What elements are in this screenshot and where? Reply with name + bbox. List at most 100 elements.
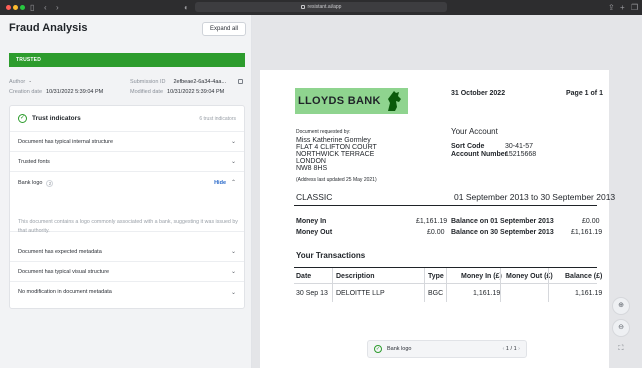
money-out-value: £0.00 [427, 229, 445, 236]
chevron-down-icon: ⌄ [230, 159, 236, 165]
indicator-label: Document has typical visual structure [18, 268, 110, 275]
sidebar-icon[interactable]: ▯ [30, 2, 34, 13]
chevron-down-icon: ⌄ [230, 289, 236, 296]
pager-count: 1 / 1 [505, 346, 517, 352]
trust-indicators-card: ✓ Trust indicators 6 trust indicators Do… [9, 105, 245, 309]
statement-date: 31 October 2022 [451, 90, 506, 97]
hide-link[interactable]: Hide [214, 180, 226, 186]
zoom-in-icon[interactable]: ⊕ [612, 297, 630, 315]
pager-nav: ‹ 1 / 1 › [503, 346, 520, 352]
previous-icon[interactable]: ‹ [503, 346, 505, 352]
highlight-pager: ✓ Bank logo ‹ 1 / 1 › [367, 340, 527, 358]
author-meta: Author - [9, 79, 31, 85]
balance-end-value: £1,161.19 [571, 229, 603, 236]
next-icon[interactable]: › [518, 346, 520, 352]
money-in-value: £1,161.19 [416, 218, 448, 225]
shield-icon[interactable]: ◐ [184, 2, 189, 13]
chevron-down-icon: ⌄ [230, 269, 236, 275]
lock-icon [300, 5, 305, 9]
address-line: LONDON [296, 158, 326, 165]
trust-indicators-header[interactable]: ✓ Trust indicators 6 trust indicators [10, 106, 244, 132]
money-out-label: Money Out [296, 229, 333, 236]
account-number-value: 15215668 [505, 151, 537, 158]
url-bar[interactable]: resistant.ai/app [195, 2, 447, 12]
author-label: Author [9, 79, 26, 85]
table-cell-balance: 1,161.19 [575, 290, 603, 297]
indicator-label: Document has typical internal structure [18, 138, 114, 145]
zoom-out-icon[interactable]: ⊖ [612, 319, 630, 337]
balance-start-label: Balance on 01 September 2013 [451, 218, 554, 225]
tabs-icon[interactable]: ❐ [631, 2, 638, 13]
chevron-up-icon[interactable]: ⌃ [231, 179, 236, 186]
address-line: NW8 8HS [296, 165, 328, 172]
table-cell-description: DELOITTE LLP [336, 290, 385, 297]
creation-meta: Creation date 10/31/2022 5:39:04 PM [9, 89, 103, 95]
indicator-expected-metadata[interactable]: Document has expected metadata ⌄ [10, 242, 244, 262]
indicator-visual-structure[interactable]: Document has typical visual structure ⌄ [10, 262, 244, 282]
chevron-down-icon: ⌄ [230, 139, 236, 145]
address-line: FLAT 4 CLIFTON COURT [296, 144, 377, 151]
trust-indicators-count: 6 trust indicators [199, 115, 236, 122]
author-value: - [29, 79, 32, 85]
chevron-down-icon: ⌄ [230, 249, 236, 255]
close-window-button[interactable] [6, 5, 11, 10]
trust-indicators-title: Trust indicators [32, 115, 81, 122]
indicator-label: Trusted fonts [18, 158, 50, 165]
indicator-count-badge: 2 [46, 180, 54, 187]
address-updated: (Address last updated 25 May 2021) [296, 177, 377, 183]
copy-icon[interactable] [238, 79, 243, 84]
submission-value: 2efbeae2-6a34-4aa... [173, 79, 227, 85]
forward-icon[interactable]: › [56, 2, 59, 13]
modified-label: Modified date [130, 89, 164, 95]
status-banner: TRUSTED [9, 53, 245, 67]
divider [294, 205, 597, 206]
table-header: Balance (£) [565, 273, 603, 280]
indicator-no-modification[interactable]: No modification in document metadata ⌄ [10, 282, 244, 302]
new-tab-icon[interactable]: + [620, 2, 625, 13]
balance-end-label: Balance on 30 September 2013 [451, 229, 554, 236]
zoom-window-button[interactable] [20, 5, 25, 10]
creation-value: 10/31/2022 5:39:04 PM [46, 89, 104, 95]
bank-logo-text: LLOYDS BANK [298, 95, 381, 107]
minimize-window-button[interactable] [13, 5, 18, 10]
indicator-label: Bank logo [18, 180, 43, 186]
modified-value: 10/31/2022 5:39:04 PM [167, 89, 225, 95]
share-icon[interactable]: ⇪ [608, 2, 615, 13]
creation-label: Creation date [9, 89, 43, 95]
table-header: Money Out (£) [506, 273, 553, 280]
your-account-title: Your Account [451, 127, 498, 136]
table-divider [548, 268, 549, 302]
requested-by-label: Document requested by: [296, 129, 351, 135]
account-type: CLASSIC [296, 192, 333, 202]
indicator-label: Document has expected metadata [18, 248, 102, 255]
table-header: Date [296, 273, 312, 280]
table-cell-money-in: 1,161.19 [473, 290, 501, 297]
indicator-typical-structure[interactable]: Document has typical internal structure … [10, 132, 244, 152]
indicator-label: No modification in document metadata [18, 289, 112, 295]
address-line: Miss Katherine Gormley [296, 137, 371, 144]
page-title: Fraud Analysis [9, 22, 88, 34]
page-number: Page 1 of 1 [566, 90, 603, 97]
table-header: Description [336, 273, 375, 280]
url-text: resistant.ai/app [307, 4, 342, 10]
indicator-description: This document contains a logo commonly a… [18, 219, 238, 234]
table-divider [332, 268, 333, 302]
fullscreen-icon[interactable]: ⛶ [612, 341, 630, 359]
table-cell-type: BGC [428, 290, 444, 297]
submission-meta: Submission ID 2efbeae2-6a34-4aa... [130, 79, 226, 85]
check-icon: ✓ [18, 114, 27, 123]
table-rule [294, 283, 597, 284]
browser-toolbar: ▯ ‹ › ◐ resistant.ai/app ⇪ + ❐ [0, 0, 642, 15]
horse-logo-icon [388, 91, 401, 111]
statement-period: 01 September 2013 to 30 September 2013 [454, 192, 616, 202]
check-icon: ✓ [374, 345, 382, 353]
table-divider [446, 268, 447, 302]
expand-all-button[interactable]: Expand all [202, 22, 246, 36]
submission-label: Submission ID [130, 79, 166, 85]
back-icon[interactable]: ‹ [44, 2, 47, 13]
table-divider [424, 268, 425, 302]
money-in-label: Money In [296, 218, 327, 225]
table-header: Type [428, 273, 444, 280]
modified-meta: Modified date 10/31/2022 5:39:04 PM [130, 89, 224, 95]
indicator-trusted-fonts[interactable]: Trusted fonts ⌄ [10, 152, 244, 172]
